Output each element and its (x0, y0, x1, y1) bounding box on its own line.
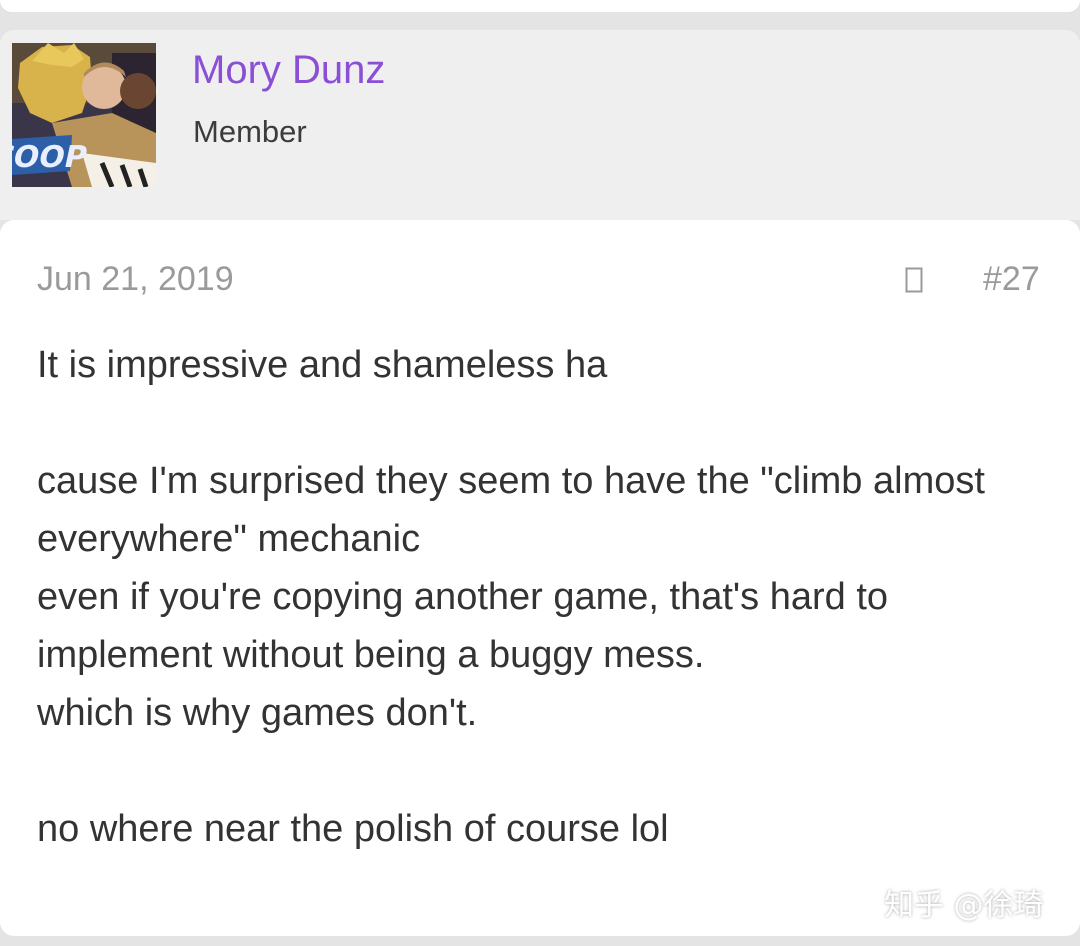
page-bottom-strip (0, 936, 1080, 946)
post-message-body: It is impressive and shameless ha cause … (37, 344, 985, 850)
user-avatar[interactable]: COOP (12, 43, 156, 187)
post-date-link[interactable]: Jun 21, 2019 (37, 260, 234, 299)
previous-post-card (0, 0, 1080, 12)
user-role-title: Member (193, 114, 307, 149)
cartoon-avatar-image: COOP (12, 43, 156, 187)
svg-text:COOP: COOP (12, 140, 90, 175)
username-link[interactable]: Mory Dunz (192, 48, 385, 93)
share-icon[interactable] (905, 267, 923, 293)
zhihu-watermark: 知乎 @徐琦 (884, 888, 1044, 923)
post-number-link[interactable]: #27 (983, 260, 1040, 299)
post-card: Jun 21, 2019 #27 It is impressive and sh… (0, 220, 1080, 936)
post-author-header: COOP Mory Dunz Member (0, 30, 1080, 220)
